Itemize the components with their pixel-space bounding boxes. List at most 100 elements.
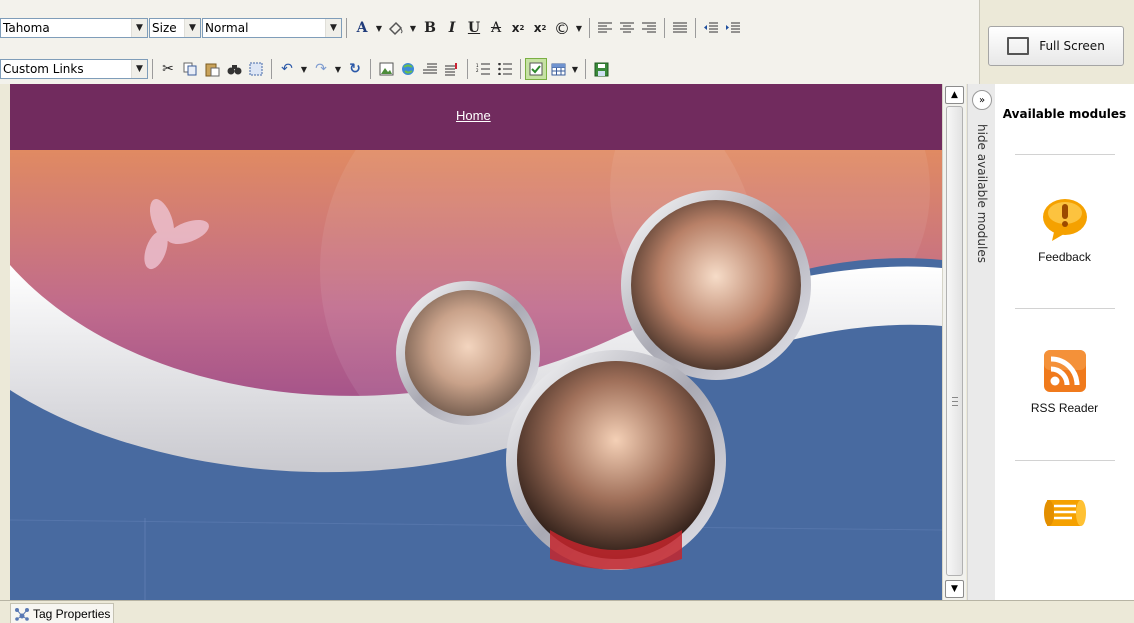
module-scroll[interactable] (995, 494, 1134, 540)
align-right-icon[interactable] (638, 17, 660, 39)
toolbar-separator (370, 59, 371, 79)
toolbar-separator (467, 59, 468, 79)
editor-canvas[interactable]: Home (10, 84, 942, 600)
editor-toolbar: Tahoma ▼ Size ▼ Normal ▼ A ▼ ▼ B I U A x… (0, 0, 980, 84)
toolbar-separator (695, 18, 696, 38)
header-banner (10, 150, 942, 600)
copy-icon[interactable] (179, 58, 201, 80)
outdent-icon[interactable] (700, 17, 722, 39)
module-feedback[interactable]: Feedback (995, 196, 1134, 264)
custom-links-value: Custom Links (3, 62, 84, 76)
modules-title: Available modules (1002, 107, 1127, 121)
paragraph-icon[interactable] (419, 58, 441, 80)
table-icon[interactable] (547, 58, 569, 80)
chevron-down-icon: ▼ (131, 19, 147, 37)
page-nav-bar: Home (10, 84, 942, 150)
image-icon[interactable] (375, 58, 397, 80)
chevron-down-icon[interactable]: ▼ (373, 17, 385, 39)
tag-properties-label: Tag Properties (33, 606, 111, 621)
chevron-down-icon[interactable]: ▼ (569, 58, 581, 80)
chevron-down-icon: ▼ (325, 19, 341, 37)
scroll-up-button[interactable]: ▲ (945, 86, 964, 104)
module-label: RSS Reader (1030, 401, 1099, 415)
chevron-down-icon[interactable]: ▼ (407, 17, 419, 39)
toolbar-row-2: Custom Links ▼ ✂ ↶ ▼ ↷ ▼ ↻ 12 ▼ (0, 54, 980, 84)
format-value: Normal (205, 21, 249, 35)
cut-icon[interactable]: ✂ (157, 58, 179, 80)
redo-icon[interactable]: ↷ (310, 58, 332, 80)
chevron-down-icon: ▼ (184, 19, 200, 37)
find-icon[interactable] (223, 58, 245, 80)
scroll-icon (1043, 500, 1086, 526)
full-screen-label: Full Screen (1039, 39, 1105, 53)
chevron-down-icon: ▼ (131, 60, 147, 78)
highlight-color-button[interactable] (385, 17, 407, 39)
insert-paragraph-icon[interactable] (441, 58, 463, 80)
toolbar-separator (589, 18, 590, 38)
superscript-icon[interactable]: x2 (529, 17, 551, 39)
justify-icon[interactable] (669, 17, 691, 39)
home-link[interactable]: Home (456, 108, 491, 123)
tag-properties-tab[interactable]: Tag Properties (10, 603, 115, 623)
chevron-down-icon[interactable]: ▼ (298, 58, 310, 80)
toolbar-separator (271, 59, 272, 79)
bold-button[interactable]: B (419, 17, 441, 39)
photo-bubble-center (506, 350, 726, 570)
paint-bucket-icon (388, 21, 403, 36)
font-name-value: Tahoma (3, 21, 50, 35)
toolbar-row-1: Tahoma ▼ Size ▼ Normal ▼ A ▼ ▼ B I U A x… (0, 13, 980, 43)
format-select[interactable]: Normal ▼ (202, 18, 342, 38)
select-all-icon[interactable] (245, 58, 267, 80)
divider (1015, 460, 1115, 461)
italic-button[interactable]: I (441, 17, 463, 39)
underline-button[interactable]: U (463, 17, 485, 39)
toolbar-separator (152, 59, 153, 79)
toolbar-separator (520, 59, 521, 79)
font-size-value: Size (152, 21, 177, 35)
available-modules-panel: Available modules Feedback RSS Reader (995, 84, 1134, 600)
font-name-select[interactable]: Tahoma ▼ (0, 18, 148, 38)
hide-modules-tab[interactable]: » hide available modules (967, 84, 995, 600)
undo-icon[interactable]: ↶ (276, 58, 298, 80)
numbered-list-icon[interactable]: 12 (472, 58, 494, 80)
chevron-down-icon[interactable]: ▼ (332, 58, 344, 80)
toolbar-separator (664, 18, 665, 38)
custom-links-select[interactable]: Custom Links ▼ (0, 59, 148, 79)
double-chevron-right-icon[interactable]: » (972, 90, 992, 110)
rss-icon (1043, 350, 1086, 392)
paste-icon[interactable] (201, 58, 223, 80)
tag-properties-icon (15, 607, 29, 621)
scroll-thumb[interactable] (946, 106, 963, 576)
full-screen-icon (1007, 37, 1030, 55)
bulleted-list-icon[interactable] (494, 58, 516, 80)
indent-icon[interactable] (722, 17, 744, 39)
hide-modules-label[interactable]: hide available modules (975, 124, 989, 263)
editor-vertical-scrollbar[interactable]: ▲ ▼ (942, 84, 966, 600)
design-mode-icon[interactable] (525, 58, 547, 80)
photo-bubble-right (621, 190, 811, 380)
align-left-icon[interactable] (594, 17, 616, 39)
refresh-icon[interactable]: ↻ (344, 58, 366, 80)
module-rss-reader[interactable]: RSS Reader (995, 349, 1134, 415)
divider (1015, 308, 1115, 309)
font-size-select[interactable]: Size ▼ (149, 18, 201, 38)
module-label: Feedback (1038, 250, 1091, 264)
save-icon[interactable] (590, 58, 612, 80)
svg-text:2: 2 (476, 68, 479, 73)
toolbar-separator (585, 59, 586, 79)
toolbar-separator (346, 18, 347, 38)
bottom-bar: Tag Properties (0, 600, 1134, 623)
hyperlink-icon[interactable] (397, 58, 419, 80)
full-screen-button[interactable]: Full Screen (988, 26, 1124, 66)
scroll-down-button[interactable]: ▼ (945, 580, 964, 598)
chevron-down-icon[interactable]: ▼ (573, 17, 585, 39)
align-center-icon[interactable] (616, 17, 638, 39)
grip-icon (952, 397, 958, 406)
divider (1015, 154, 1115, 155)
font-color-button[interactable]: A (351, 17, 373, 39)
subscript-icon[interactable]: x2 (507, 17, 529, 39)
photo-bubble-left (396, 281, 540, 425)
strikethrough-icon[interactable]: A (485, 17, 507, 39)
feedback-icon (1042, 199, 1087, 241)
special-char-icon[interactable]: © (551, 17, 573, 39)
